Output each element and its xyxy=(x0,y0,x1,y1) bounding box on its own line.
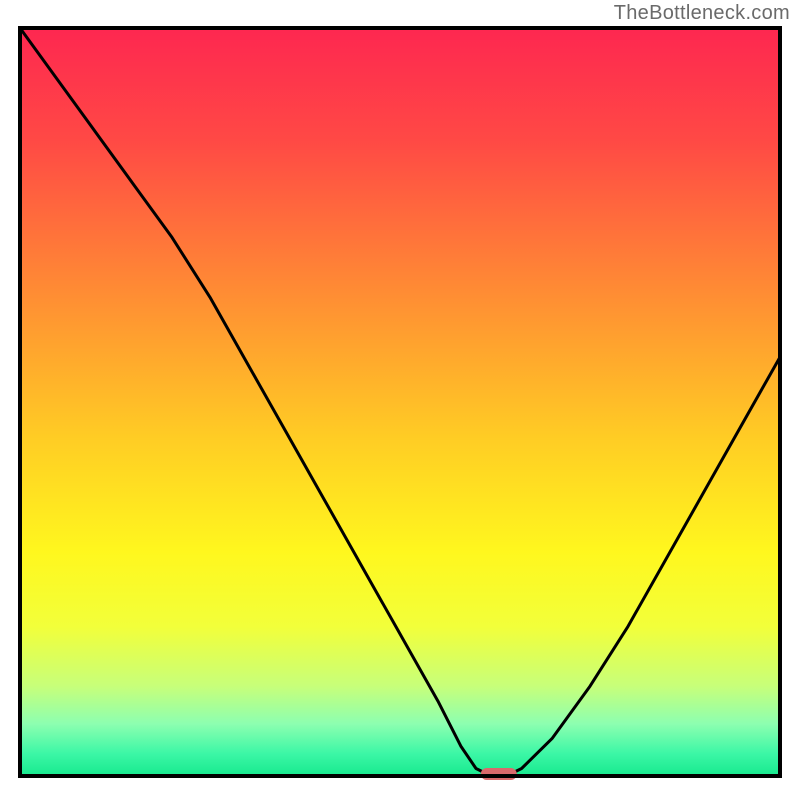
chart-stage: TheBottleneck.com xyxy=(0,0,800,800)
chart-background xyxy=(20,28,780,776)
bottleneck-chart xyxy=(0,0,800,800)
watermark-text: TheBottleneck.com xyxy=(614,2,790,25)
